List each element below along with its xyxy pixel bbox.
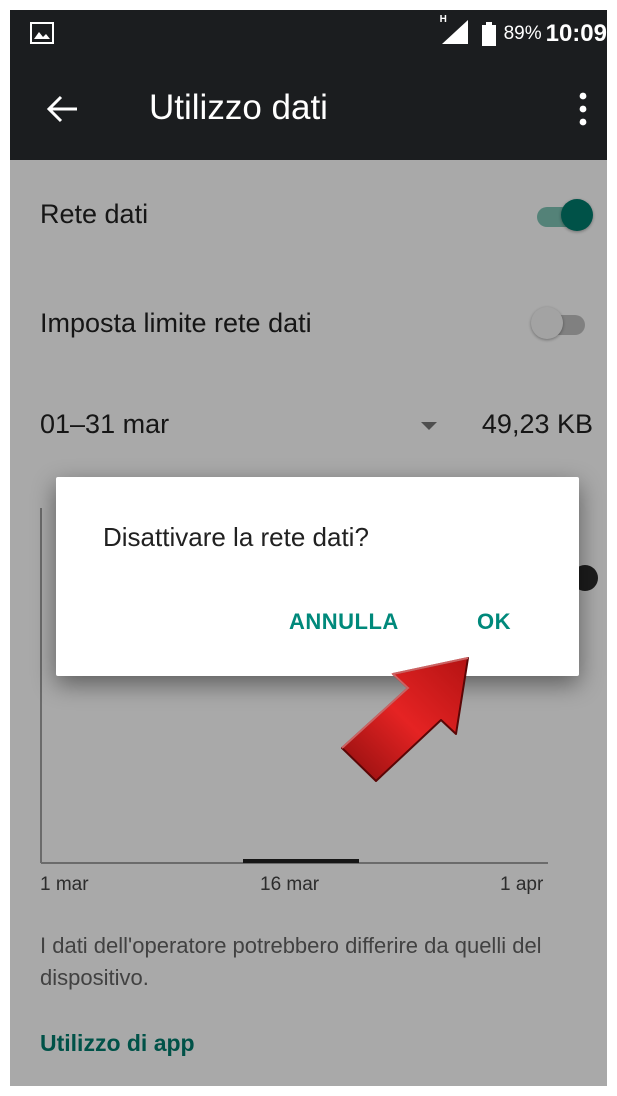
red-pointer-arrow-icon (341, 657, 469, 782)
more-vert-icon[interactable] (573, 90, 593, 128)
battery-icon (481, 22, 496, 46)
signal-icon: H (440, 14, 468, 49)
image-notification-icon (30, 22, 54, 44)
network-type-label: H (439, 13, 447, 25)
page-title: Utilizzo dati (149, 88, 328, 127)
battery-percent: 89% (503, 23, 542, 44)
ok-button[interactable]: OK (477, 609, 511, 635)
phone-screen: H 89% 10:09 Utilizzo dati Rete dati Impo… (10, 10, 607, 1086)
disable-data-dialog: Disattivare la rete dati? ANNULLA OK (56, 477, 579, 676)
clock: 10:09 (545, 20, 607, 47)
cancel-button[interactable]: ANNULLA (289, 609, 399, 635)
status-bar: H 89% 10:09 (10, 10, 607, 58)
arrow-back-icon[interactable] (44, 91, 80, 127)
dialog-message: Disattivare la rete dati? (103, 522, 369, 552)
app-toolbar: Utilizzo dati (10, 58, 607, 160)
